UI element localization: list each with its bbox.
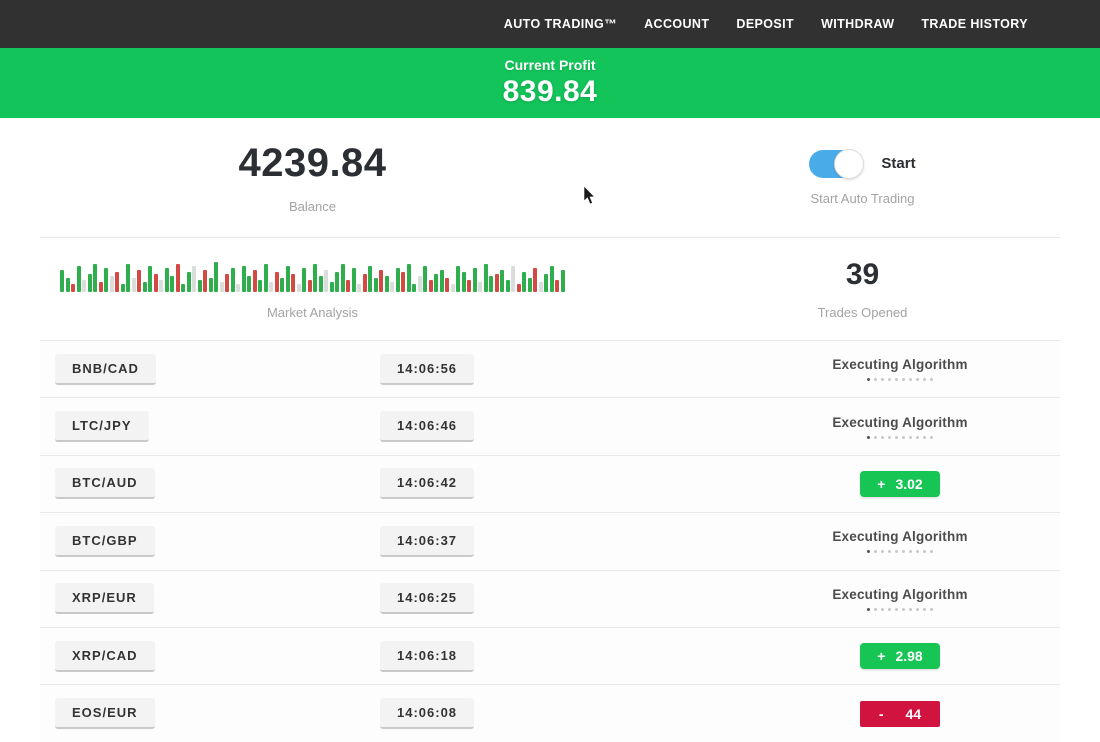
result-badge: - 44 [860,701,940,727]
trades-opened-label: Trades Opened [818,305,908,320]
status-executing: Executing Algorithm [832,415,967,439]
status-label: Executing Algorithm [832,357,967,372]
toggle-knob-icon [834,149,864,179]
auto-trading-label: Start Auto Trading [810,191,914,206]
balance-block: 4239.84 Balance [0,118,625,237]
current-profit-value: 839.84 [503,75,598,109]
nav-item-withdraw[interactable]: WITHDRAW [821,17,894,31]
status-label: Executing Algorithm [832,587,967,602]
table-row: XRP/EUR 14:06:25 Executing Algorithm [40,571,1060,628]
time-badge: 14:06:25 [380,583,474,614]
table-row: BTC/AUD 14:06:42 +3.02 [40,456,1060,513]
table-row: LTC/JPY 14:06:46 Executing Algorithm [40,398,1060,455]
market-analysis-chart [60,258,565,292]
table-row: BNB/CAD 14:06:56 Executing Algorithm [40,341,1060,398]
pair-badge[interactable]: BNB/CAD [55,354,156,385]
result-value: 2.98 [895,648,922,664]
stats-row-top: 4239.84 Balance Start Start Auto Trading [0,118,1100,237]
time-badge: 14:06:46 [380,411,474,442]
auto-trading-block: Start Start Auto Trading [625,118,1100,237]
nav-item-account[interactable]: ACCOUNT [644,17,709,31]
pair-badge[interactable]: BTC/AUD [55,468,155,499]
result-value: 44 [906,706,922,722]
time-badge: 14:06:42 [380,468,474,499]
progress-dots-icon [832,608,967,611]
balance-label: Balance [289,199,336,214]
time-badge: 14:06:08 [380,698,474,729]
current-profit-label: Current Profit [505,57,596,73]
time-badge: 14:06:56 [380,354,474,385]
pair-badge[interactable]: XRP/CAD [55,641,155,672]
status-executing: Executing Algorithm [832,587,967,611]
result-badge: +3.02 [860,471,940,497]
market-analysis-label: Market Analysis [267,305,358,320]
result-sign: + [877,476,885,492]
balance-value: 4239.84 [238,141,386,186]
status-label: Executing Algorithm [832,415,967,430]
result-value: 3.02 [895,476,922,492]
status-label: Executing Algorithm [832,529,967,544]
nav-item-auto-trading[interactable]: AUTO TRADING™ [504,17,617,31]
status-executing: Executing Algorithm [832,357,967,381]
pair-badge[interactable]: EOS/EUR [55,698,155,729]
pair-badge[interactable]: BTC/GBP [55,526,155,557]
nav-item-deposit[interactable]: DEPOSIT [736,17,794,31]
pair-badge[interactable]: XRP/EUR [55,583,154,614]
top-nav: AUTO TRADING™ ACCOUNT DEPOSIT WITHDRAW TRADE… [0,0,1100,48]
toggle-state-label: Start [881,155,915,172]
nav-item-trade-history[interactable]: TRADE HISTORY [921,17,1028,31]
trades-table: BNB/CAD 14:06:56 Executing Algorithm LTC… [40,341,1060,742]
progress-dots-icon [832,378,967,381]
stats-row-bottom: Market Analysis 39 Trades Opened [0,238,1100,340]
result-sign: - [879,706,884,722]
auto-trading-toggle[interactable] [809,150,863,178]
table-row: EOS/EUR 14:06:08 - 44 [40,685,1060,742]
trades-opened-value: 39 [846,258,879,292]
pair-badge[interactable]: LTC/JPY [55,411,149,442]
progress-dots-icon [832,436,967,439]
progress-dots-icon [832,550,967,553]
status-executing: Executing Algorithm [832,529,967,553]
time-badge: 14:06:37 [380,526,474,557]
time-badge: 14:06:18 [380,641,474,672]
result-badge: +2.98 [860,643,940,669]
result-sign: + [877,648,885,664]
table-row: BTC/GBP 14:06:37 Executing Algorithm [40,513,1060,570]
current-profit-banner: Current Profit 839.84 [0,48,1100,118]
table-row: XRP/CAD 14:06:18 +2.98 [40,628,1060,685]
market-analysis-block: Market Analysis [0,238,625,340]
trades-opened-block: 39 Trades Opened [625,238,1100,340]
